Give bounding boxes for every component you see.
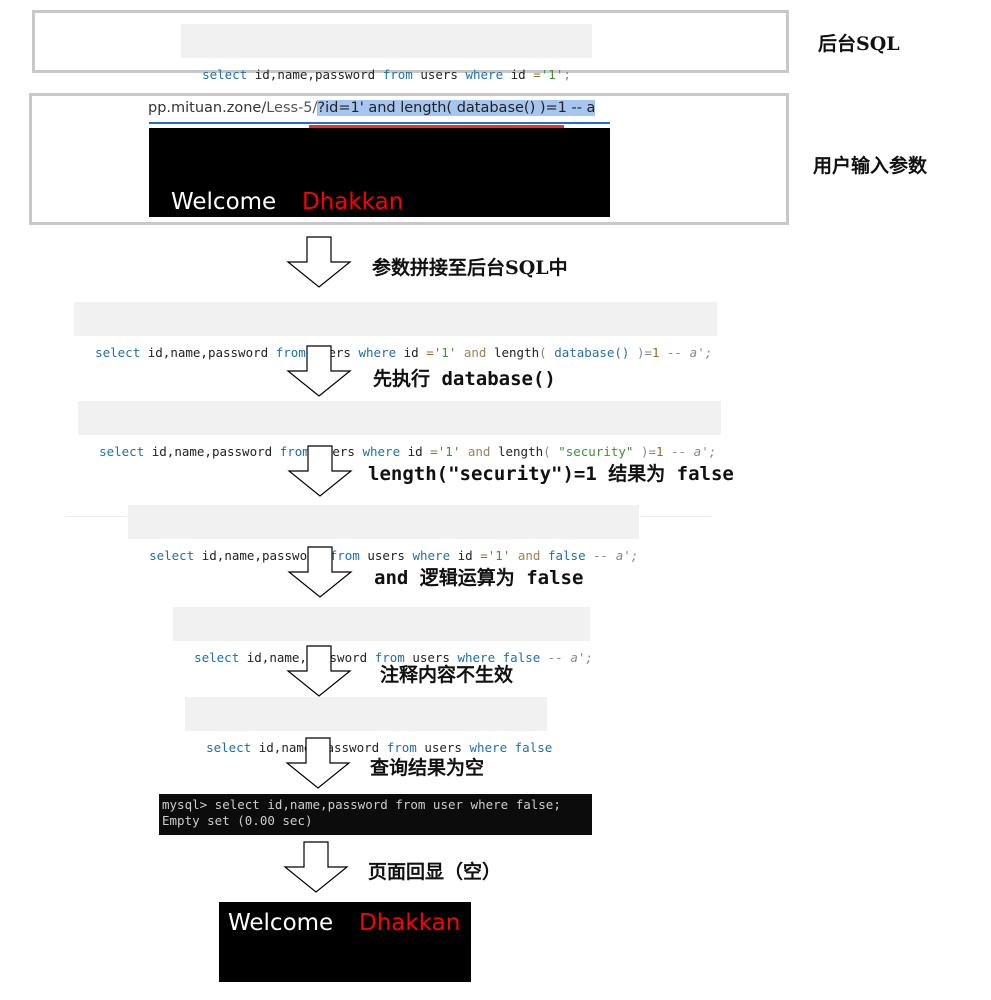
- url-param-highlight: ?id=1' and length( database() )=1 -- a: [317, 100, 596, 116]
- down-arrow-icon: [286, 236, 352, 288]
- down-arrow-icon: [283, 841, 349, 893]
- sql-step2-code: select id,name,password from users where…: [78, 401, 721, 459]
- sql-eq: =: [533, 67, 541, 82]
- sql-step1-code: select id,name,password from users where…: [74, 302, 717, 360]
- label-step7: 页面回显（空）: [368, 861, 502, 883]
- sql-keyword-select: select: [206, 740, 252, 755]
- sql-eq: =: [480, 548, 488, 563]
- original-sql-code: select id,name,password from users where…: [181, 24, 592, 82]
- sql-columns: id,name,password: [247, 67, 383, 82]
- sql-keyword-select: select: [202, 67, 248, 82]
- sql-end: ;: [563, 67, 571, 82]
- separator-line: [66, 516, 126, 517]
- sql-comment: -- a';: [659, 345, 713, 360]
- label-step4: and 逻辑运算为 false: [374, 567, 584, 589]
- sql-number: 1: [652, 345, 660, 360]
- sql-number: 1: [656, 444, 664, 459]
- sql-eq: =: [426, 345, 434, 360]
- sql-id: id: [396, 345, 427, 360]
- sql-paren: )=: [633, 444, 657, 459]
- sql-paren: )=: [629, 345, 653, 360]
- sql-keyword-where: where: [362, 444, 401, 459]
- label-backend-sql: 后台SQL: [818, 33, 900, 55]
- mysql-terminal: mysql> select id,name,password from user…: [159, 794, 592, 835]
- sql-and: and: [456, 345, 494, 360]
- sql-id: id: [400, 444, 431, 459]
- sql-step3-code: select id,name,password from users where…: [128, 505, 639, 563]
- url-prefix: pp.mituan.zone/: [148, 100, 267, 116]
- sql-id: id: [503, 67, 534, 82]
- label-step5: 注释内容不生效: [380, 664, 514, 686]
- sql-eq: =: [430, 444, 438, 459]
- sql-and: and: [510, 548, 548, 563]
- sql-columns: id,name,password: [144, 444, 280, 459]
- sql-length: length: [493, 345, 540, 360]
- sql-value: '1': [437, 444, 461, 459]
- label-step1: 参数拼接至后台SQL中: [372, 257, 568, 279]
- sql-columns: id,name,password: [140, 345, 276, 360]
- terminal-line-command: mysql> select id,name,password from user…: [162, 797, 561, 812]
- label-step2: 先执行 database(): [373, 368, 556, 390]
- down-arrow-icon: [286, 645, 352, 697]
- sql-keyword-where: where: [465, 67, 504, 82]
- sql-keyword-where: where: [358, 345, 397, 360]
- sql-table: users: [412, 67, 466, 82]
- label-user-input: 用户输入参数: [813, 155, 928, 177]
- terminal-line-result: Empty set (0.00 sec): [162, 813, 313, 828]
- sql-comment: -- a';: [663, 444, 717, 459]
- down-arrow-icon: [285, 737, 351, 789]
- username-text: Dhakkan: [302, 189, 404, 215]
- sql-length: length: [497, 444, 544, 459]
- sql-value: '1': [433, 345, 457, 360]
- sql-id: id: [450, 548, 481, 563]
- sql-security-string: "security": [558, 444, 634, 459]
- label-step6: 查询结果为空: [370, 757, 485, 779]
- sql-value: '1': [487, 548, 511, 563]
- url-path: Less-5/: [266, 100, 318, 116]
- sql-and: and: [460, 444, 498, 459]
- welcome-text: Welcome: [228, 910, 334, 936]
- sql-keyword-select: select: [194, 650, 240, 665]
- sql-step4-code: select id,name,password from users where…: [173, 607, 593, 665]
- down-arrow-icon: [287, 445, 353, 497]
- sql-table: users: [359, 548, 413, 563]
- sql-comment: -- a';: [540, 650, 593, 665]
- sql-database-fn: database(): [554, 345, 630, 360]
- label-step3: length("security")=1 结果为 false: [368, 463, 734, 485]
- sql-value: '1': [540, 67, 564, 82]
- sql-keyword-select: select: [99, 444, 145, 459]
- sql-keyword-select: select: [149, 548, 195, 563]
- sql-keyword-where: where: [412, 548, 451, 563]
- sql-paren: (: [543, 444, 559, 459]
- sql-step5-code: select id,name,password from users where…: [185, 697, 552, 755]
- sql-false: false: [507, 740, 553, 755]
- browser-url[interactable]: pp.mituan.zone/Less-5/?id=1' and length(…: [148, 100, 596, 116]
- username-text: Dhakkan: [359, 910, 461, 936]
- separator-line: [641, 516, 711, 517]
- url-bar-underline: [149, 122, 610, 124]
- sql-keyword-from: from: [382, 67, 413, 82]
- down-arrow-icon: [287, 546, 353, 598]
- down-arrow-icon: [286, 345, 352, 397]
- sql-comment: -- a';: [585, 548, 639, 563]
- welcome-text: Welcome: [171, 189, 277, 215]
- sql-paren: (: [539, 345, 555, 360]
- sql-false: false: [547, 548, 586, 563]
- sql-keyword-select: select: [95, 345, 141, 360]
